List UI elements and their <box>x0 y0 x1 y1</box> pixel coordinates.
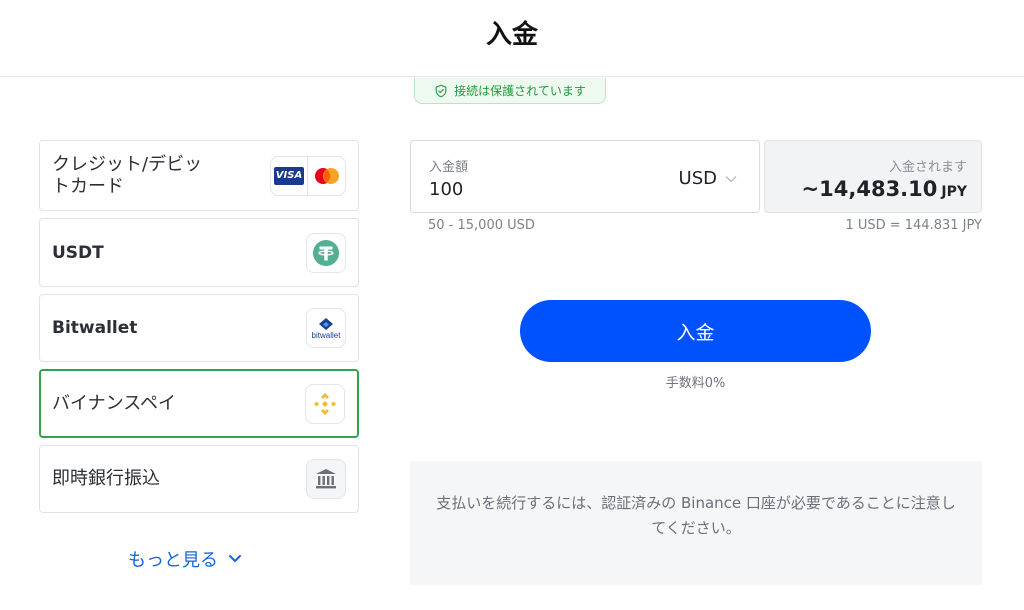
method-binance-pay[interactable]: バイナンスペイ <box>39 369 359 438</box>
show-more-label: もっと見る <box>128 550 218 571</box>
header: 入金 <box>0 0 1024 77</box>
receive-label: 入金されます <box>888 160 967 175</box>
receive-amount-box: 入金されます ~14,483.10 JPY <box>764 140 982 213</box>
shield-check-icon <box>435 84 447 97</box>
visa-logo: VISA <box>270 155 308 196</box>
method-label: クレジット/デビッ トカード <box>52 153 203 197</box>
fee-text: 手数料0% <box>665 376 726 391</box>
binance-notice: 支払いを続行するには、認証済みの Binance 口座が必要であることに注意して… <box>410 461 982 585</box>
chevron-down-icon <box>725 175 737 182</box>
binance-icon <box>314 392 336 415</box>
bitwallet-icon <box>319 317 333 330</box>
bank-icon <box>306 459 346 499</box>
page-title: 入金 <box>485 20 538 50</box>
currency-selector[interactable]: USD <box>679 168 737 189</box>
method-instant-bank-transfer[interactable]: 即時銀行振込 <box>39 445 359 513</box>
receive-unit: JPY <box>941 184 967 200</box>
amount-label: 入金額 <box>429 160 469 175</box>
currency-value: USD <box>678 168 717 189</box>
method-label: バイナンスペイ <box>52 392 177 414</box>
amount-value[interactable]: 100 <box>429 179 463 200</box>
bitwallet-logo: bitwallet <box>306 308 346 348</box>
mastercard-icon <box>314 167 339 184</box>
method-usdt[interactable]: USDT <box>39 218 359 287</box>
mastercard-logo <box>308 155 346 196</box>
amount-input[interactable]: 入金額 100 USD <box>410 140 760 213</box>
chevron-down-icon <box>229 555 241 562</box>
tether-logo <box>306 232 346 273</box>
show-more-link[interactable]: もっと見る <box>128 546 242 572</box>
tether-icon <box>313 239 339 266</box>
secure-connection-text: 接続は保護されています <box>454 84 586 98</box>
secure-connection-badge: 接続は保護されています <box>414 78 606 104</box>
method-label: 即時銀行振込 <box>52 468 160 489</box>
method-label: USDT <box>52 242 104 263</box>
receive-value: ~14,483.10 JPY <box>801 177 967 201</box>
method-label: Bitwallet <box>52 318 138 338</box>
binance-logo <box>305 383 345 424</box>
deposit-button[interactable]: 入金 <box>520 300 871 362</box>
bank-building-icon <box>316 469 336 489</box>
method-credit-debit-card[interactable]: クレジット/デビッ トカード VISA <box>39 140 359 211</box>
method-bitwallet[interactable]: Bitwallet bitwallet <box>39 294 359 362</box>
exchange-rate: 1 USD = 144.831 JPY <box>845 218 982 233</box>
card-logos: VISA <box>270 155 346 196</box>
amount-range: 50 - 15,000 USD <box>428 218 535 233</box>
